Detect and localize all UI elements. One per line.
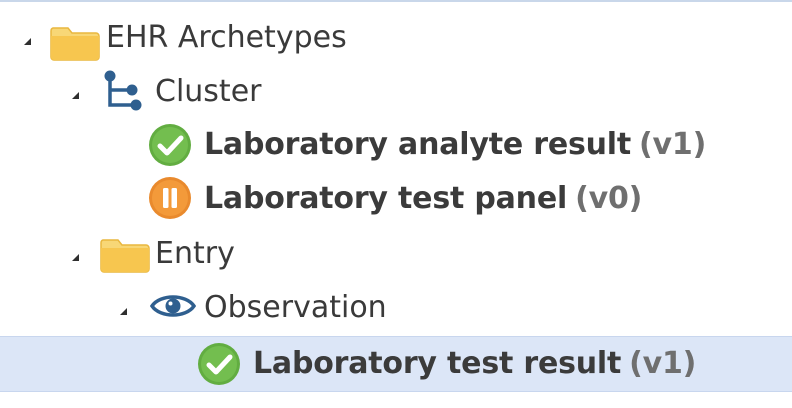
tree-node-observation[interactable]: Observation [0, 280, 792, 334]
tree-node-cluster[interactable]: Cluster [0, 64, 792, 118]
archetype-tree[interactable]: EHR Archetypes Cluster Laboratory analyt… [0, 0, 792, 408]
archetype-title: Laboratory test result (v1) [253, 349, 696, 379]
checkmark-icon [148, 123, 192, 167]
archetype-title: Laboratory test panel (v0) [204, 184, 642, 214]
expand-triangle-icon[interactable] [72, 92, 79, 99]
checkmark-icon [197, 342, 241, 386]
tree-node-ehr-archetypes[interactable]: EHR Archetypes [0, 10, 792, 64]
eye-icon [149, 290, 197, 322]
pause-icon [148, 176, 192, 220]
expand-triangle-icon[interactable] [120, 308, 127, 315]
tree-node-laboratory-analyte-result[interactable]: Laboratory analyte result (v1) [0, 118, 792, 172]
tree-node-laboratory-test-panel[interactable]: Laboratory test panel (v0) [0, 172, 792, 226]
archetype-version: (v1) [629, 346, 697, 381]
tree-node-label: Observation [204, 290, 387, 325]
archetype-version: (v1) [639, 127, 707, 162]
tree-node-entry[interactable]: Entry [0, 226, 792, 280]
tree-node-label: Cluster [155, 74, 262, 109]
archetype-name: Laboratory test result [253, 346, 622, 381]
archetype-title: Laboratory analyte result (v1) [204, 130, 706, 160]
expand-triangle-icon[interactable] [24, 38, 31, 45]
archetype-name: Laboratory analyte result [204, 127, 632, 162]
tree-node-label: Entry [155, 236, 235, 271]
archetype-version: (v0) [575, 181, 643, 216]
tree-node-label: EHR Archetypes [106, 20, 347, 55]
tree-node-laboratory-test-result[interactable]: Laboratory test result (v1) [0, 336, 792, 392]
archetype-name: Laboratory test panel [204, 181, 568, 216]
expand-triangle-icon[interactable] [72, 254, 79, 261]
hierarchy-icon [100, 69, 144, 113]
folder-icon [100, 232, 150, 274]
folder-icon [50, 20, 100, 62]
